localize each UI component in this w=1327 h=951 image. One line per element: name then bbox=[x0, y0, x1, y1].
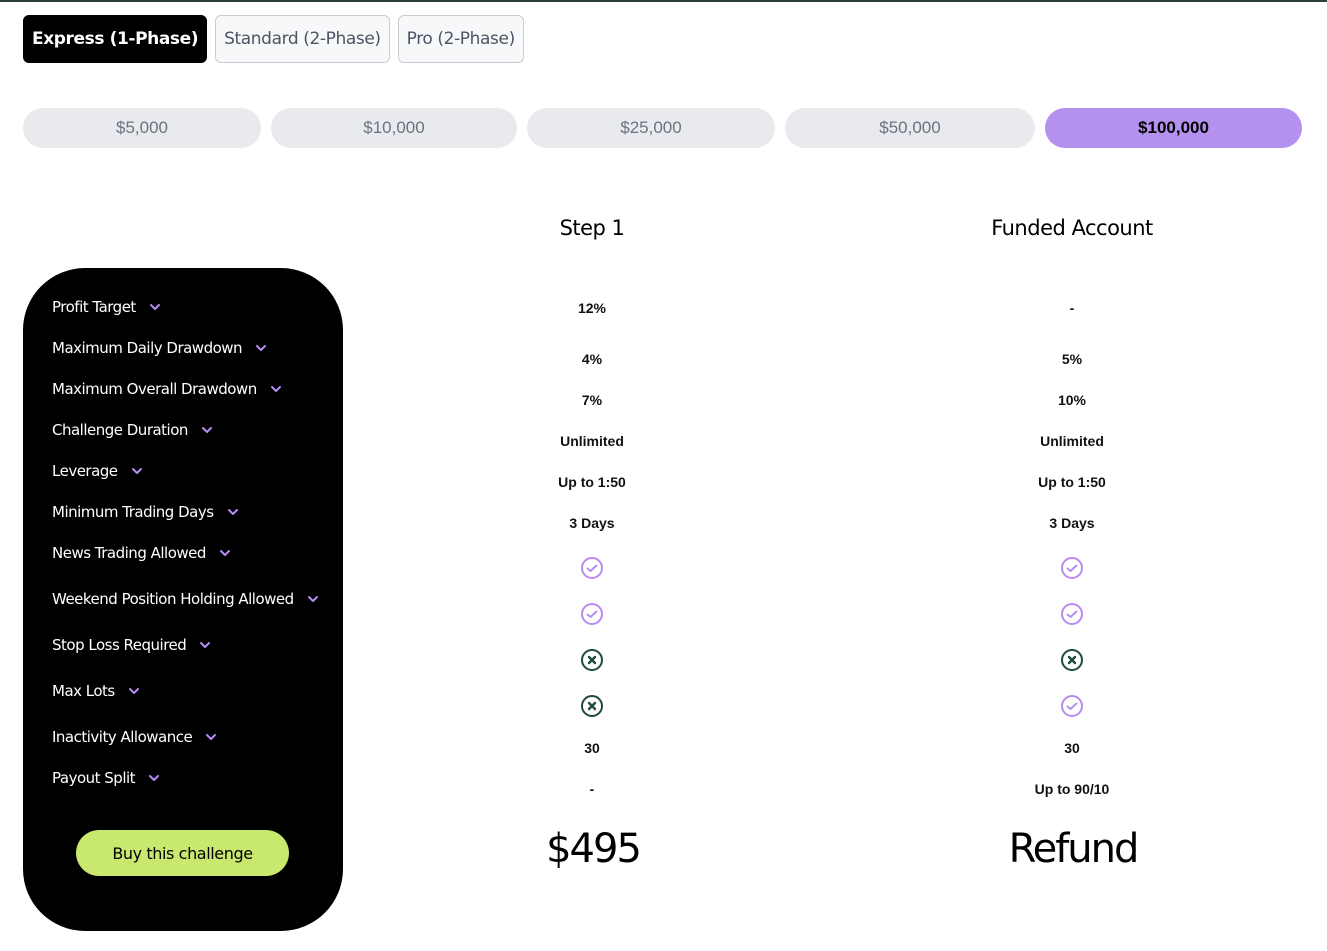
feature-label: Maximum Overall Drawdown bbox=[52, 380, 257, 398]
chevron-down-icon[interactable] bbox=[127, 684, 141, 698]
feature-value: Unlimited bbox=[560, 433, 624, 449]
feature-value: 7% bbox=[581, 392, 603, 408]
feature-value: 10% bbox=[1057, 392, 1087, 408]
feature-label: News Trading Allowed bbox=[52, 544, 206, 562]
feature-label: Leverage bbox=[52, 462, 118, 480]
feature-row[interactable]: Payout Split bbox=[52, 769, 161, 787]
feature-label: Profit Target bbox=[52, 298, 136, 316]
chevron-down-icon[interactable] bbox=[218, 546, 232, 560]
chevron-down-icon[interactable] bbox=[204, 730, 218, 744]
chevron-down-icon[interactable] bbox=[200, 423, 214, 437]
buy-challenge-button[interactable]: Buy this challenge bbox=[76, 830, 289, 876]
feature-row[interactable]: News Trading Allowed bbox=[52, 544, 232, 562]
check-circle-icon bbox=[1060, 694, 1084, 718]
tab-pro[interactable]: Pro (2-Phase) bbox=[397, 15, 524, 63]
chevron-down-icon[interactable] bbox=[198, 638, 212, 652]
x-circle-icon bbox=[580, 648, 604, 672]
feature-label: Weekend Position Holding Allowed bbox=[52, 590, 294, 608]
chevron-down-icon[interactable] bbox=[147, 771, 161, 785]
feature-row[interactable]: Max Lots bbox=[52, 682, 141, 700]
feature-value: - bbox=[1069, 300, 1075, 316]
feature-value: Up to 1:50 bbox=[558, 474, 626, 490]
tab-standard[interactable]: Standard (2-Phase) bbox=[215, 15, 390, 63]
feature-row[interactable]: Stop Loss Required bbox=[52, 636, 212, 654]
chevron-down-icon[interactable] bbox=[226, 505, 240, 519]
check-circle-icon bbox=[1060, 602, 1084, 626]
features-panel: Buy this challenge Profit Target Maximum … bbox=[23, 268, 343, 931]
feature-row[interactable]: Inactivity Allowance bbox=[52, 728, 218, 746]
feature-value: Up to 1:50 bbox=[1038, 474, 1106, 490]
check-circle-icon bbox=[580, 602, 604, 626]
feature-label: Max Lots bbox=[52, 682, 115, 700]
feature-row[interactable]: Minimum Trading Days bbox=[52, 503, 240, 521]
feature-row[interactable]: Leverage bbox=[52, 462, 144, 480]
feature-label: Stop Loss Required bbox=[52, 636, 187, 654]
feature-value: 30 bbox=[1064, 740, 1080, 756]
x-circle-icon bbox=[580, 694, 604, 718]
feature-value: 5% bbox=[1061, 351, 1083, 367]
feature-label: Challenge Duration bbox=[52, 421, 188, 439]
account-size-selector: $5,000 $10,000 $25,000 $50,000 $100,000 bbox=[23, 108, 1302, 148]
feature-value: 12% bbox=[577, 300, 607, 316]
price-step1: $495 bbox=[546, 826, 642, 872]
feature-row[interactable]: Maximum Daily Drawdown bbox=[52, 339, 268, 357]
feature-label: Minimum Trading Days bbox=[52, 503, 214, 521]
chevron-down-icon[interactable] bbox=[130, 464, 144, 478]
feature-value: Unlimited bbox=[1040, 433, 1104, 449]
x-circle-icon bbox=[1060, 648, 1084, 672]
feature-value: 4% bbox=[581, 351, 603, 367]
feature-label: Payout Split bbox=[52, 769, 136, 787]
size-5000-button[interactable]: $5,000 bbox=[23, 108, 261, 148]
size-25000-button[interactable]: $25,000 bbox=[527, 108, 775, 148]
top-border bbox=[0, 0, 1327, 2]
tab-express[interactable]: Express (1-Phase) bbox=[23, 15, 208, 63]
feature-row[interactable]: Challenge Duration bbox=[52, 421, 214, 439]
size-50000-button[interactable]: $50,000 bbox=[785, 108, 1035, 148]
feature-label: Inactivity Allowance bbox=[52, 728, 193, 746]
feature-row[interactable]: Weekend Position Holding Allowed bbox=[52, 590, 320, 608]
price-funded: Refund bbox=[1008, 826, 1140, 872]
chevron-down-icon[interactable] bbox=[269, 382, 283, 396]
feature-value: - bbox=[589, 781, 595, 797]
chevron-down-icon[interactable] bbox=[306, 592, 320, 606]
column-header-funded: Funded Account bbox=[991, 216, 1153, 240]
phase-tabs: Express (1-Phase) Standard (2-Phase) Pro… bbox=[23, 15, 524, 63]
size-100000-button[interactable]: $100,000 bbox=[1045, 108, 1302, 148]
feature-value: 3 Days bbox=[1049, 515, 1095, 531]
column-header-step1: Step 1 bbox=[559, 216, 625, 240]
feature-value: Up to 90/10 bbox=[1034, 781, 1110, 797]
chevron-down-icon[interactable] bbox=[254, 341, 268, 355]
feature-label: Maximum Daily Drawdown bbox=[52, 339, 243, 357]
feature-value: 30 bbox=[584, 740, 600, 756]
check-circle-icon bbox=[1060, 556, 1084, 580]
check-circle-icon bbox=[580, 556, 604, 580]
feature-value: 3 Days bbox=[569, 515, 615, 531]
chevron-down-icon[interactable] bbox=[148, 300, 162, 314]
feature-row[interactable]: Maximum Overall Drawdown bbox=[52, 380, 283, 398]
size-10000-button[interactable]: $10,000 bbox=[271, 108, 517, 148]
feature-row[interactable]: Profit Target bbox=[52, 298, 162, 316]
